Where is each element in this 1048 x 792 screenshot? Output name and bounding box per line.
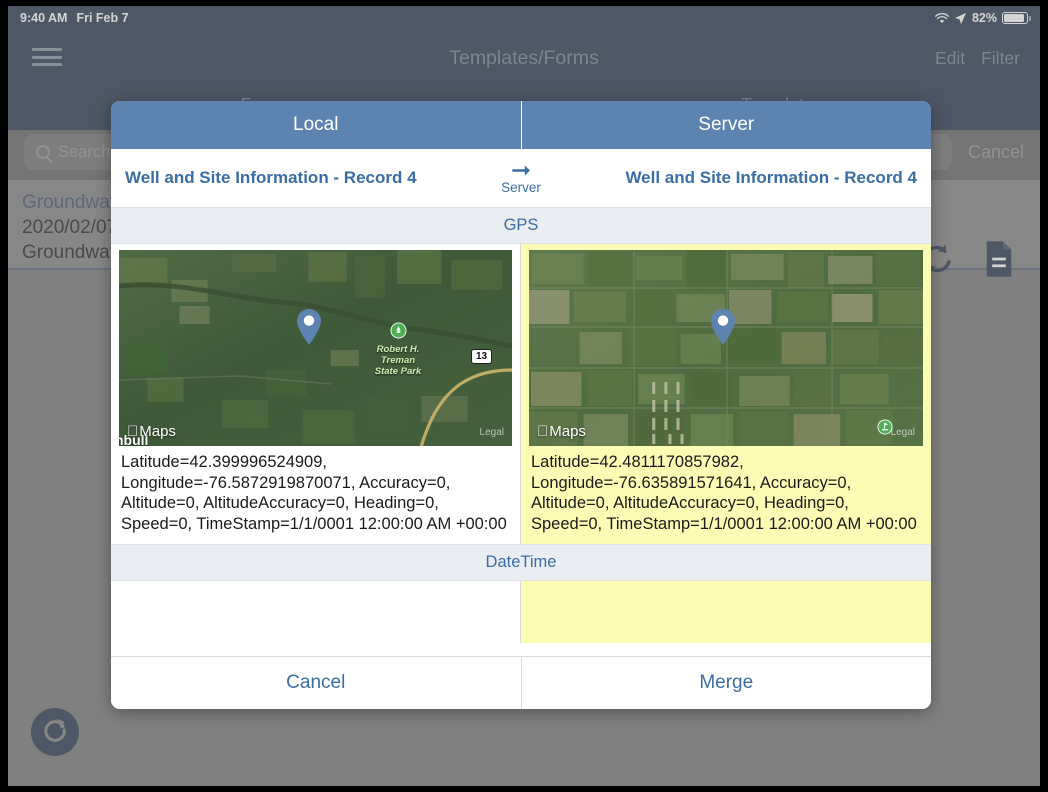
map-pin-icon [295, 308, 323, 346]
filter-button[interactable]: Filter [981, 48, 1020, 69]
gps-local-cell[interactable]: Robert H. Treman State Park 13 nbull Map… [111, 244, 521, 544]
status-bar: 9:40 AM Fri Feb 7 82% [8, 6, 1040, 30]
merge-button[interactable]: Merge [522, 657, 932, 709]
park-marker-icon [389, 322, 407, 343]
merge-direction-indicator: ➞ Server [473, 156, 569, 196]
list-item-actions [918, 240, 1016, 283]
server-column-header: Server [521, 101, 931, 149]
status-date: Fri Feb 7 [76, 11, 129, 25]
dialog-header: Local Server [111, 101, 931, 149]
merge-direction-label: Server [501, 179, 541, 195]
gps-server-cell[interactable]:  Maps Legal Latitude=42.4811170857982, … [521, 244, 931, 544]
edit-button[interactable]: Edit [935, 48, 965, 69]
route-shield-13: 13 [471, 349, 493, 364]
device-viewport: Search b Cancel Groundwat 2020/02/07 Gro… [8, 6, 1040, 786]
apple-logo-icon:  [537, 423, 548, 440]
gps-comparison-row: Robert H. Treman State Park 13 nbull Map… [111, 244, 931, 544]
battery-percent-label: 82% [971, 11, 997, 25]
local-map-legal-link[interactable]: Legal [480, 427, 504, 438]
server-map-thumbnail[interactable]:  Maps Legal [529, 250, 923, 446]
arrow-right-icon: ➞ [510, 156, 532, 184]
dialog-footer: Cancel Merge [111, 656, 931, 709]
search-icon [36, 145, 50, 159]
server-map-legal-link[interactable]: Legal [891, 427, 915, 438]
local-gps-value: Latitude=42.399996524909, Longitude=-76.… [121, 453, 507, 533]
section-header-gps: GPS [111, 207, 931, 244]
screen: Search b Cancel Groundwat 2020/02/07 Gro… [0, 0, 1048, 792]
nav-bar: Templates/Forms Edit Filter [8, 30, 1040, 92]
local-map-attribution:  Maps [127, 423, 176, 440]
page-title: Templates/Forms [449, 47, 599, 69]
search-cancel-button[interactable]: Cancel [968, 142, 1024, 163]
local-map-thumbnail[interactable]: Robert H. Treman State Park 13 nbull Map… [119, 250, 512, 446]
refresh-fab-button[interactable] [31, 708, 79, 756]
wifi-icon [934, 12, 950, 24]
battery-icon [1002, 12, 1031, 24]
server-record-title: Well and Site Information - Record 4 [625, 168, 917, 187]
datetime-server-cell[interactable] [521, 581, 931, 643]
datetime-local-cell[interactable] [111, 581, 521, 643]
datetime-comparison-row [111, 581, 931, 643]
refresh-circle-icon [40, 715, 70, 750]
section-header-datetime: DateTime [111, 544, 931, 581]
local-column-header: Local [111, 101, 522, 149]
merge-conflict-dialog: Local Server Well and Site Information -… [111, 101, 931, 709]
location-arrow-icon [954, 12, 967, 25]
local-record-title: Well and Site Information - Record 4 [125, 168, 417, 187]
server-map-attribution:  Maps [537, 423, 586, 440]
map-pin-icon [709, 308, 737, 346]
server-gps-value: Latitude=42.4811170857982, Longitude=-76… [531, 453, 917, 533]
local-map-place-label: Robert H. Treman State Park [374, 344, 422, 377]
status-time: 9:40 AM [20, 11, 68, 25]
record-title-row: Well and Site Information - Record 4 ➞ S… [111, 149, 931, 207]
apple-logo-icon:  [127, 423, 138, 440]
document-icon[interactable] [982, 240, 1016, 283]
cancel-button[interactable]: Cancel [111, 657, 522, 709]
